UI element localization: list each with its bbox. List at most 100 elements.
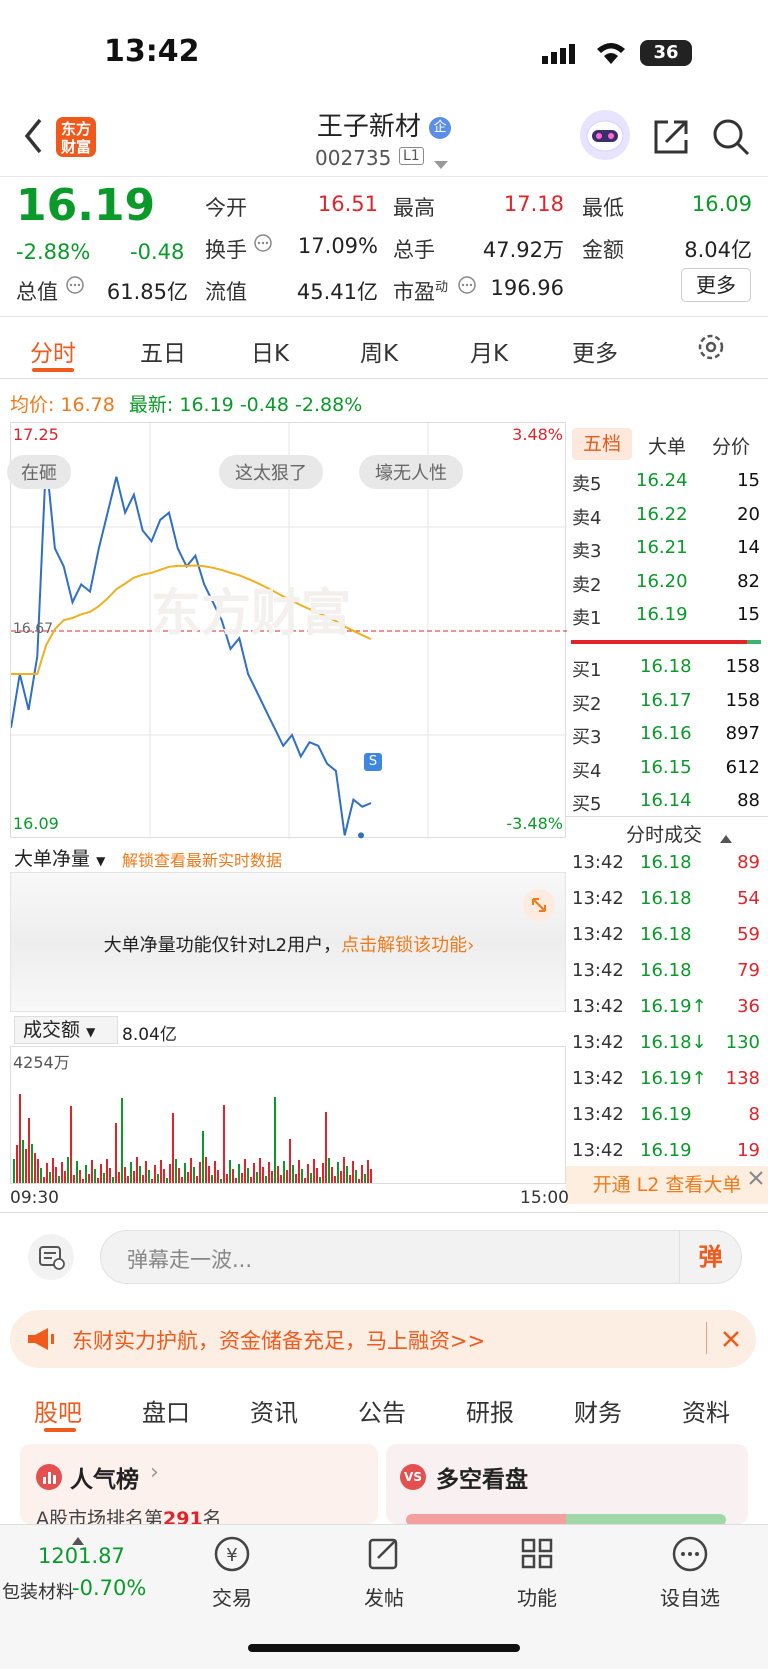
grid-icon bbox=[521, 1538, 553, 1569]
unlock-link[interactable]: 解锁查看最新实时数据 bbox=[122, 847, 282, 871]
volume-bar bbox=[319, 1177, 321, 1183]
ask-price: 16.21 bbox=[636, 537, 688, 558]
info-icon[interactable] bbox=[66, 276, 84, 298]
ticks-title[interactable]: 分时成交 bbox=[626, 820, 702, 847]
caret-down-icon[interactable] bbox=[434, 154, 448, 173]
pe-label-text: 市盈 bbox=[393, 280, 435, 304]
tick-time: 13:42 bbox=[572, 888, 624, 909]
ask-volume: 82 bbox=[737, 570, 760, 592]
close-icon[interactable] bbox=[748, 1170, 764, 1190]
intraday-chart[interactable]: 东方财富 17.25 3.48% 16.67 16.09 -3.48% 在砸 这… bbox=[7, 422, 567, 839]
tab-bigorder[interactable]: 大单 bbox=[648, 432, 686, 459]
bid-volume: 612 bbox=[725, 756, 760, 778]
more-button[interactable]: 更多 bbox=[681, 268, 751, 302]
bigorder-select[interactable]: 大单净量 ▼ bbox=[14, 844, 105, 871]
battery-level: 36 bbox=[653, 42, 679, 63]
add-watchlist-button[interactable]: 设自选 bbox=[650, 1534, 730, 1614]
last-price: 16.19 bbox=[16, 180, 156, 231]
tick-price: 16.18 bbox=[640, 924, 692, 945]
tab-intraday[interactable]: 分时 bbox=[30, 334, 76, 368]
sector-name[interactable]: 包装材料 bbox=[2, 1578, 74, 1604]
hot-rank-card[interactable]: 人气榜 › A股市场排名第291名 bbox=[20, 1444, 378, 1530]
sell-marker[interactable]: S bbox=[364, 753, 382, 771]
volume-bar bbox=[325, 1112, 327, 1183]
expand-icon[interactable] bbox=[523, 889, 555, 921]
last-point bbox=[358, 832, 364, 839]
volume-bar bbox=[115, 1123, 117, 1183]
danmu-send-button[interactable]: 弹 bbox=[679, 1231, 741, 1283]
ask-price: 16.22 bbox=[636, 503, 688, 525]
mktcap-value: 61.85亿 bbox=[106, 280, 188, 304]
function-button[interactable]: 功能 bbox=[497, 1534, 577, 1614]
volume-bar bbox=[337, 1162, 339, 1183]
tab-more[interactable]: 更多 bbox=[572, 334, 618, 368]
tab-weekly-k[interactable]: 周K bbox=[360, 334, 398, 368]
promo-banner[interactable]: 东财实力护航，资金储备充足，马上融资>> bbox=[10, 1310, 756, 1368]
tab-level5[interactable]: 五档 bbox=[572, 428, 632, 460]
sector-index-value[interactable]: 1201.87 bbox=[38, 1544, 125, 1568]
tick-volume: 59 bbox=[737, 924, 760, 945]
bid-volume: 897 bbox=[725, 723, 760, 744]
tab-5day[interactable]: 五日 bbox=[140, 334, 186, 368]
volume-bar bbox=[43, 1177, 45, 1183]
volume-bar bbox=[148, 1170, 150, 1183]
tab-finance[interactable]: 财务 bbox=[574, 1393, 622, 1428]
ask-volume: 14 bbox=[737, 537, 760, 558]
tab-price-dist[interactable]: 分价 bbox=[712, 432, 750, 459]
tab-profile[interactable]: 资料 bbox=[682, 1393, 730, 1428]
long-short-card[interactable]: VS 多空看盘 bbox=[386, 1444, 748, 1526]
volume-bar bbox=[151, 1179, 153, 1183]
volume-bar bbox=[70, 1106, 72, 1183]
tab-announce[interactable]: 公告 bbox=[358, 1393, 406, 1428]
amount-label: 金额 bbox=[582, 238, 624, 262]
volume-bar bbox=[211, 1175, 213, 1183]
volume-bar bbox=[97, 1178, 99, 1183]
change-value: -0.48 bbox=[130, 240, 185, 264]
tab-research[interactable]: 研报 bbox=[466, 1393, 514, 1428]
tick-volume: 130 bbox=[725, 1032, 760, 1053]
volume-bar bbox=[253, 1163, 255, 1183]
tab-monthly-k[interactable]: 月K bbox=[470, 334, 508, 368]
bigorder-unlock-link[interactable]: 点击解锁该功能 bbox=[341, 935, 467, 956]
volume-bar bbox=[289, 1139, 291, 1183]
pe-label: 市盈动 bbox=[393, 276, 448, 306]
tab-pankou[interactable]: 盘口 bbox=[142, 1393, 190, 1428]
tick-price: 16.19↑ bbox=[640, 1068, 707, 1089]
volume-bar bbox=[292, 1165, 294, 1183]
search-icon[interactable] bbox=[712, 118, 750, 160]
share-icon[interactable] bbox=[652, 118, 690, 160]
volume-select-label: 成交额 bbox=[23, 1019, 81, 1041]
y-bottom-label: 16.09 bbox=[13, 814, 59, 833]
danmu-settings-icon[interactable] bbox=[28, 1234, 74, 1280]
tab-guba[interactable]: 股吧 bbox=[34, 1393, 82, 1428]
volume-chart[interactable]: 4254万 bbox=[10, 1046, 566, 1184]
tab-news[interactable]: 资讯 bbox=[250, 1393, 298, 1428]
volume-bar bbox=[331, 1167, 333, 1183]
volume-bar bbox=[217, 1170, 219, 1183]
close-icon[interactable] bbox=[722, 1330, 740, 1352]
price-line bbox=[11, 458, 372, 836]
volume-bar bbox=[172, 1113, 174, 1183]
high-label: 最高 bbox=[393, 196, 435, 220]
tick-time: 13:42 bbox=[572, 1104, 624, 1125]
ask-label: 卖2 bbox=[572, 574, 602, 596]
edit-icon bbox=[368, 1538, 398, 1570]
post-button[interactable]: 发帖 bbox=[344, 1534, 424, 1614]
gear-icon[interactable] bbox=[696, 332, 726, 366]
stock-name-text: 王子新材 bbox=[316, 112, 421, 142]
volume-bar bbox=[355, 1170, 357, 1183]
volume-select[interactable]: 成交额 ▼ bbox=[14, 1016, 118, 1044]
volume-bar bbox=[61, 1162, 63, 1183]
trade-button[interactable]: ¥ 交易 bbox=[192, 1534, 272, 1614]
info-icon[interactable] bbox=[458, 276, 476, 298]
robot-avatar-icon[interactable] bbox=[580, 110, 630, 160]
tick-price: 16.18 bbox=[640, 960, 692, 981]
level-badge[interactable]: L1 bbox=[399, 147, 424, 165]
volume-bar bbox=[286, 1170, 288, 1183]
tab-daily-k[interactable]: 日K bbox=[251, 334, 289, 368]
l2-promo[interactable]: 开通 L2 查看大单 bbox=[566, 1166, 768, 1204]
danmu-input[interactable]: 弹幕走一波... 弹 bbox=[100, 1230, 742, 1284]
volume-bar bbox=[268, 1162, 270, 1183]
sector-pct[interactable]: -0.70% bbox=[72, 1576, 146, 1600]
info-icon[interactable] bbox=[254, 234, 272, 256]
